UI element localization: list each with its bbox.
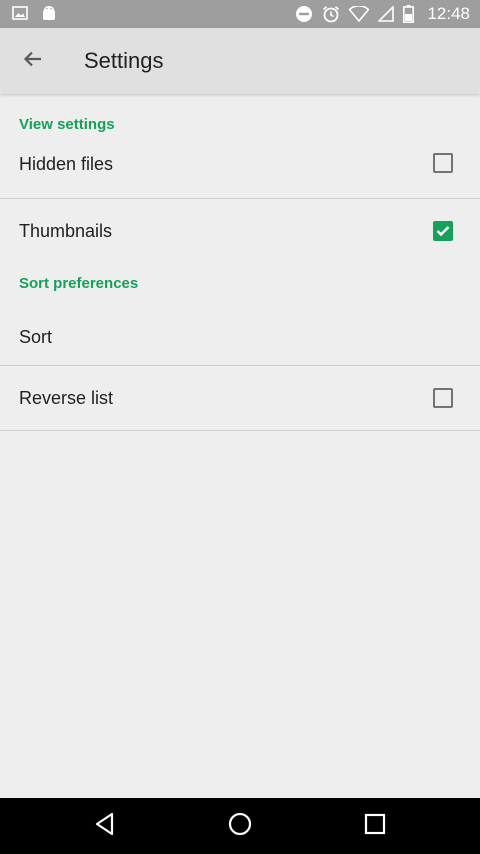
image-icon bbox=[12, 5, 28, 21]
pref-sort[interactable]: Sort bbox=[0, 309, 480, 365]
battery-icon bbox=[403, 5, 415, 23]
reverse-list-checkbox[interactable] bbox=[433, 388, 453, 408]
alarm-icon bbox=[322, 5, 340, 23]
home-circle-icon bbox=[228, 812, 252, 841]
arrow-back-icon bbox=[23, 49, 43, 74]
status-time: 12:48 bbox=[427, 4, 470, 23]
app-bar: Settings bbox=[0, 28, 480, 94]
thumbnails-checkbox[interactable] bbox=[433, 221, 453, 241]
category-view-settings: View settings bbox=[19, 116, 115, 133]
pref-hidden-files[interactable]: Hidden files bbox=[0, 153, 480, 198]
pref-label: Thumbnails bbox=[19, 220, 113, 241]
category-sort-preferences: Sort preferences bbox=[19, 275, 139, 292]
pref-label: Sort bbox=[19, 326, 53, 347]
back-button[interactable] bbox=[10, 38, 56, 84]
divider bbox=[0, 430, 480, 431]
android-icon bbox=[42, 5, 56, 21]
nav-recents-button[interactable] bbox=[359, 810, 391, 842]
status-bar: 12:48 bbox=[0, 0, 480, 28]
signal-icon bbox=[378, 6, 395, 22]
do-not-disturb-icon bbox=[295, 5, 313, 23]
pref-thumbnails[interactable]: Thumbnails bbox=[0, 199, 480, 263]
page-title: Settings bbox=[84, 48, 164, 73]
pref-label: Reverse list bbox=[19, 387, 114, 408]
recents-square-icon bbox=[364, 813, 386, 840]
navigation-bar bbox=[0, 798, 480, 854]
pref-label: Hidden files bbox=[19, 154, 114, 174]
nav-home-button[interactable] bbox=[224, 810, 256, 842]
settings-list: View settings Hidden files Thumbnails So… bbox=[0, 94, 480, 431]
back-triangle-icon bbox=[94, 812, 116, 841]
check-icon bbox=[436, 226, 450, 237]
pref-reverse-list[interactable]: Reverse list bbox=[0, 366, 480, 430]
wifi-icon bbox=[349, 6, 370, 22]
hidden-files-checkbox[interactable] bbox=[433, 153, 453, 173]
nav-back-button[interactable] bbox=[89, 810, 121, 842]
